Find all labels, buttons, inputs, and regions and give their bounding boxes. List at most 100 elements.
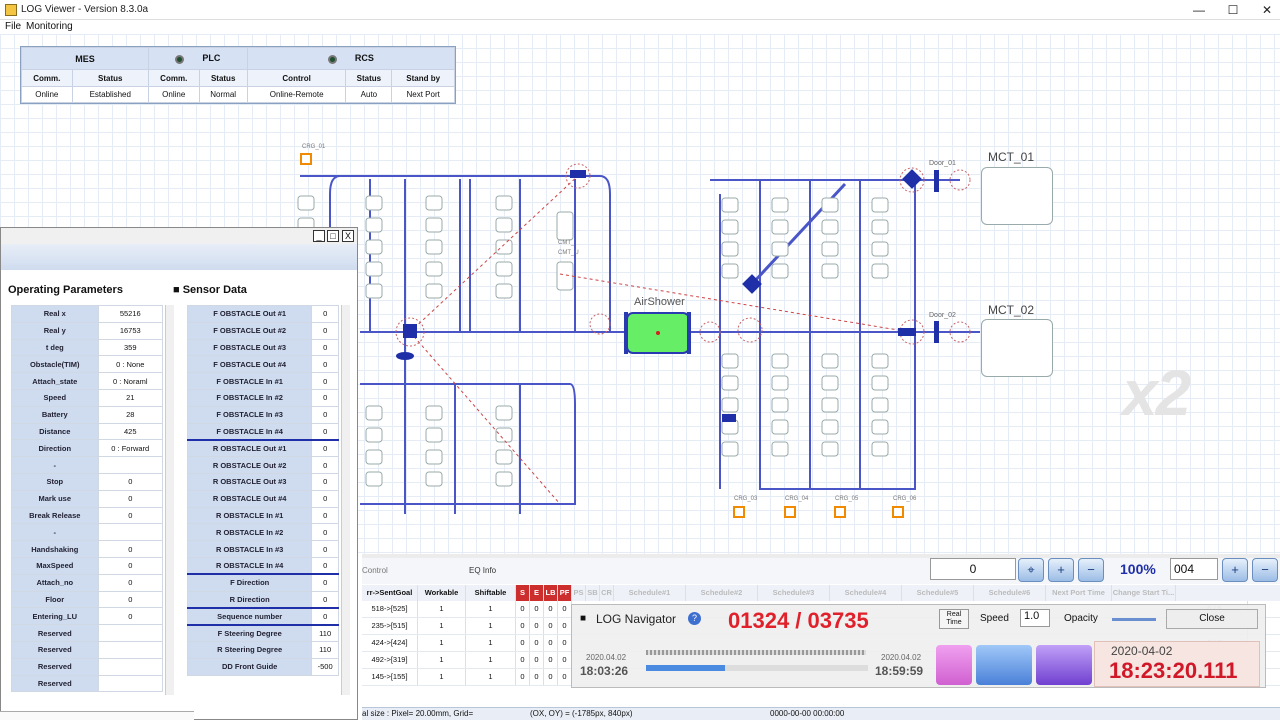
rewind-button[interactable] [936, 645, 972, 685]
close-button[interactable]: X [342, 230, 354, 242]
param-value: 0 [97, 607, 164, 626]
param-name: R OBSTACLE In #1 [186, 506, 313, 525]
param-value: 0 : Noraml [97, 372, 164, 390]
mct-02-label: MCT_02 [988, 303, 1035, 317]
param-value: 0 [311, 590, 339, 609]
navigator-icon: ■ [580, 613, 587, 624]
maximize-button[interactable]: □ [327, 230, 339, 242]
param-name: DD Front Guide [186, 657, 313, 676]
menu-monitoring[interactable]: Monitoring [26, 21, 73, 32]
grid-cell: 492->[319] [362, 652, 418, 668]
zoom-out-button[interactable]: − [1078, 558, 1104, 582]
grid-column-header[interactable]: rr->SentGoal [362, 585, 418, 601]
play-pause-button[interactable] [976, 645, 1032, 685]
grid-column-header[interactable]: Schedule#2 [686, 585, 758, 601]
clock-date: 2020-04-02 [1111, 644, 1173, 658]
sensor-scrollbar[interactable] [341, 305, 350, 695]
grid-column-header[interactable]: Shiftable [466, 585, 516, 601]
help-icon[interactable]: ? [688, 612, 701, 625]
param-value: 0 [311, 607, 339, 626]
params-scrollbar[interactable] [165, 305, 174, 695]
grid-cell: 0 [530, 618, 544, 634]
grid-cell: 1 [466, 669, 516, 685]
grid-column-header[interactable]: Schedule#1 [614, 585, 686, 601]
grid-column-header[interactable]: PS [572, 585, 586, 601]
grid-column-header[interactable]: Schedule#5 [902, 585, 974, 601]
grid-column-header[interactable]: LB [544, 585, 558, 601]
zoom-fit-button[interactable]: ⌖ [1018, 558, 1044, 582]
table-row: Handshaking 0 [11, 540, 164, 558]
close-button[interactable]: ✕ [1250, 0, 1280, 20]
table-row: R OBSTACLE Out #2 0 [186, 456, 339, 474]
param-value: 425 [97, 422, 164, 441]
menu-file[interactable]: File [5, 21, 21, 32]
grid-cell: 0 [558, 652, 572, 668]
table-row: Break Release 0 [11, 506, 164, 525]
grid-column-header[interactable]: Change Start Ti... [1112, 585, 1176, 601]
grid-column-header[interactable]: PF [558, 585, 572, 601]
vehicle-parameter-window: _ □ X Operating Parameters ■ Sensor Data… [0, 227, 358, 720]
col-header: Stand by [391, 69, 455, 87]
zoom-level: 100% [1120, 561, 1156, 577]
param-value: 55216 [97, 305, 164, 323]
table-row: F Direction 0 [186, 573, 339, 592]
opacity-slider[interactable] [1112, 618, 1156, 621]
sensor-data-title: ■ Sensor Data [173, 284, 247, 296]
table-row: F OBSTACLE In #1 0 [186, 372, 339, 390]
grid-column-header[interactable]: Next Port Time [1046, 585, 1112, 601]
param-name: Handshaking [11, 540, 99, 558]
table-row: - [11, 456, 164, 474]
param-name: Speed [11, 388, 99, 407]
table-row: R OBSTACLE In #1 0 [186, 506, 339, 525]
grid-column-header[interactable]: Schedule#4 [830, 585, 902, 601]
table-row: DD Front Guide -500 [186, 657, 339, 676]
mct-01-box[interactable] [981, 167, 1053, 225]
grid-column-header[interactable]: Schedule#3 [758, 585, 830, 601]
status-value: Next Port [391, 86, 455, 103]
grid-cell: 0 [558, 669, 572, 685]
navigator-close-button[interactable]: Close [1166, 609, 1258, 629]
opacity-label: Opacity [1064, 613, 1098, 624]
minimize-button[interactable]: — [1182, 0, 1216, 20]
vehicle-zoom-out-button[interactable]: − [1252, 558, 1278, 582]
frame-input[interactable]: 0 [930, 558, 1016, 580]
grid-column-header[interactable]: CR [600, 585, 614, 601]
table-row: Reserved [11, 674, 164, 693]
grid-column-header[interactable]: E [530, 585, 544, 601]
tab-eq-info[interactable]: EQ Info [469, 566, 496, 575]
param-name: F OBSTACLE In #1 [186, 372, 313, 390]
grid-column-header[interactable]: S [516, 585, 530, 601]
vehicle-select[interactable]: 004 [1170, 558, 1218, 580]
param-name: Real y [11, 321, 99, 340]
realtime-button[interactable]: Real Time [939, 609, 969, 629]
minimize-button[interactable]: _ [313, 230, 325, 242]
table-row: Floor 0 [11, 590, 164, 609]
grid-cell: 0 [544, 618, 558, 634]
param-value: 0 [311, 355, 339, 374]
rcs-led-icon [327, 54, 337, 64]
maximize-button[interactable]: ☐ [1216, 0, 1250, 20]
airshower-label: AirShower [634, 296, 685, 308]
tab-control[interactable]: Control [362, 566, 388, 575]
fast-forward-button[interactable] [1036, 645, 1092, 685]
param-value [97, 624, 164, 642]
grid-column-header[interactable]: Workable [418, 585, 466, 601]
param-value [97, 456, 164, 474]
table-row: Speed 21 [11, 388, 164, 407]
param-name: F OBSTACLE In #3 [186, 405, 313, 424]
vehicle-zoom-in-button[interactable]: + [1222, 558, 1248, 582]
grid-column-header[interactable]: Schedule#6 [974, 585, 1046, 601]
scale-text: al size : Pixel= 20.00mm, Grid= [362, 709, 474, 718]
crg-label: CRG_06 [893, 496, 917, 502]
grid-cell: 1 [418, 669, 466, 685]
mct-02-box[interactable] [981, 319, 1053, 377]
zoom-in-button[interactable]: + [1048, 558, 1074, 582]
status-value: Online [21, 86, 73, 103]
crg-ports [300, 153, 904, 518]
table-row: R Steering Degree 110 [186, 640, 339, 659]
window-header: _ □ X [1, 228, 357, 244]
grid-column-header[interactable]: SB [586, 585, 600, 601]
speed-input[interactable]: 1.0 [1020, 609, 1050, 627]
table-row: Battery 28 [11, 405, 164, 424]
param-name: F OBSTACLE In #4 [186, 422, 313, 441]
